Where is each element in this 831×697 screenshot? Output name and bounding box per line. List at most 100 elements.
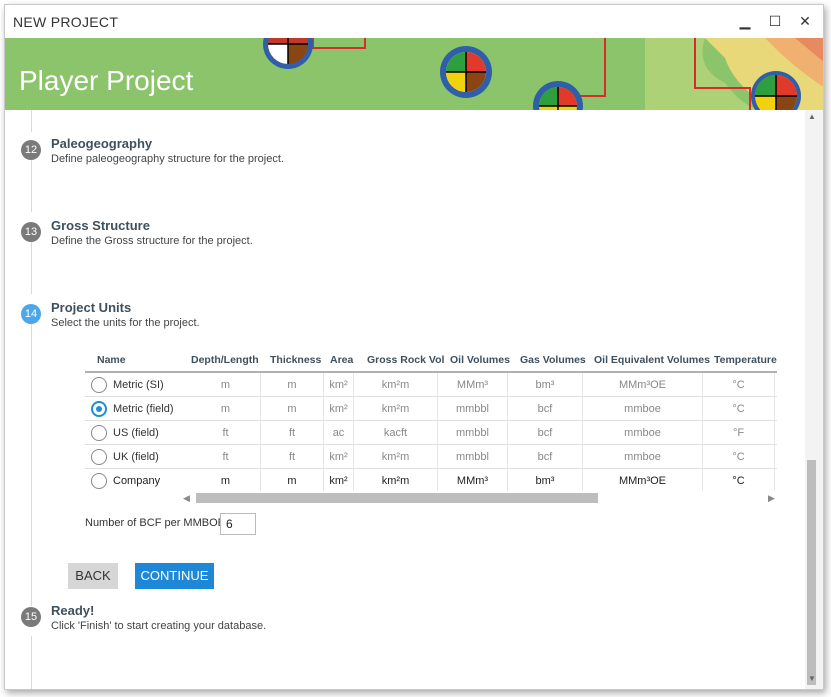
cell-depth: m (191, 469, 261, 491)
step-number-14: 14 (21, 304, 41, 324)
column-header-gas-volumes[interactable]: Gas Volumes (520, 354, 586, 366)
cell-oil-equivalent: MMm³OE (583, 373, 703, 397)
step-number-15: 15 (21, 607, 41, 627)
scroll-up-arrow-icon[interactable]: ▲ (808, 112, 816, 121)
table-header: Name Depth/Length Thickness Area Gross R… (85, 351, 777, 369)
table-row[interactable]: Metric (SI) m m km² km²m MMm³ bm³ MMm³OE… (85, 373, 777, 397)
window-title: NEW PROJECT (13, 14, 119, 30)
project-banner: Player Project (5, 38, 823, 110)
step-desc-ready: Click 'Finish' to start creating your da… (51, 620, 267, 632)
cell-oil-equivalent: mmboe (583, 397, 703, 421)
cell-temperature: °C (703, 373, 775, 397)
unit-radio-metric-field[interactable] (91, 401, 107, 417)
cell-temperature: °C (703, 445, 775, 469)
table-horizontal-scrollbar[interactable]: ◀ ▶ (183, 492, 779, 504)
project-title: Player Project (19, 65, 194, 96)
cell-thickness: ft (261, 445, 324, 469)
cell-depth: m (191, 397, 261, 421)
continue-button[interactable]: CONTINUE (135, 563, 214, 589)
cell-temperature: °F (703, 421, 775, 445)
column-header-area[interactable]: Area (330, 354, 353, 366)
row-name: US (field) (113, 427, 159, 439)
table-row[interactable]: US (field) ft ft ac kacft mmbbl bcf mmbo… (85, 421, 777, 445)
units-table: Name Depth/Length Thickness Area Gross R… (85, 351, 777, 491)
well-symbol-2 (440, 46, 492, 98)
cell-temperature: °C (703, 397, 775, 421)
close-button[interactable]: ✕ (793, 10, 817, 32)
cell-gross-rock-vol: kacft (354, 421, 438, 445)
column-header-oil-volumes[interactable]: Oil Volumes (450, 354, 510, 366)
vertical-scroll-thumb[interactable] (807, 460, 816, 685)
column-header-name[interactable]: Name (97, 354, 126, 366)
cell-oil-volumes: mmbbl (438, 397, 508, 421)
vertical-scrollbar[interactable]: ▲ ▼ (805, 110, 823, 689)
new-project-window: NEW PROJECT ▁ ☐ ✕ Player Project 12 Pale… (4, 4, 824, 690)
step-desc-gross-structure: Define the Gross structure for the proje… (51, 235, 253, 247)
cell-thickness: m (261, 373, 324, 397)
step-title-ready[interactable]: Ready! (51, 603, 94, 618)
cell-gross-rock-vol: km²m (354, 397, 438, 421)
cell-oil-volumes: MMm³ (438, 469, 508, 491)
step-connector (31, 160, 32, 212)
cell-gas-volumes: bm³ (508, 469, 583, 491)
step-title-project-units[interactable]: Project Units (51, 300, 131, 315)
cell-gas-volumes: bm³ (508, 373, 583, 397)
step-connector (31, 636, 32, 689)
table-row[interactable]: Metric (field) m m km² km²m mmbbl bcf mm… (85, 397, 777, 421)
cell-temperature: °C (703, 469, 775, 491)
cell-oil-volumes: mmbbl (438, 421, 508, 445)
step-number-12: 12 (21, 140, 41, 160)
cell-thickness: m (261, 469, 324, 491)
column-header-thickness[interactable]: Thickness (270, 354, 321, 366)
unit-radio-company[interactable] (91, 473, 107, 489)
step-connector (31, 324, 32, 606)
step-connector (31, 110, 32, 132)
cell-gas-volumes: bcf (508, 445, 583, 469)
unit-radio-uk-field[interactable] (91, 449, 107, 465)
step-desc-paleogeography: Define paleogeography structure for the … (51, 153, 284, 165)
column-header-oil-equivalent[interactable]: Oil Equivalent Volumes (594, 354, 710, 366)
column-header-temperature[interactable]: Temperature (714, 354, 777, 366)
unit-radio-metric-si[interactable] (91, 377, 107, 393)
title-bar[interactable]: NEW PROJECT ▁ ☐ ✕ (5, 5, 823, 38)
cell-oil-equivalent: MMm³OE (583, 469, 703, 491)
row-name: UK (field) (113, 451, 159, 463)
scroll-left-arrow-icon[interactable]: ◀ (183, 492, 190, 504)
wizard-content[interactable]: 12 Paleogeography Define paleogeography … (5, 110, 805, 689)
cell-area: km² (324, 445, 354, 469)
step-connector (31, 242, 32, 294)
table-body: Metric (SI) m m km² km²m MMm³ bm³ MMm³OE… (85, 371, 777, 491)
column-header-gross-rock-vol[interactable]: Gross Rock Vol (367, 354, 444, 366)
step-number-13: 13 (21, 222, 41, 242)
maximize-button[interactable]: ☐ (763, 10, 787, 32)
minimize-button[interactable]: ▁ (733, 10, 757, 32)
cell-oil-volumes: MMm³ (438, 373, 508, 397)
bcf-per-mmboe-input[interactable] (220, 513, 256, 535)
scroll-down-arrow-icon[interactable]: ▼ (808, 674, 816, 683)
unit-radio-us-field[interactable] (91, 425, 107, 441)
cell-gross-rock-vol: km²m (354, 445, 438, 469)
horizontal-scroll-thumb[interactable] (196, 493, 598, 503)
step-title-gross-structure[interactable]: Gross Structure (51, 218, 150, 233)
cell-oil-volumes: mmbbl (438, 445, 508, 469)
table-row[interactable]: UK (field) ft ft km² km²m mmbbl bcf mmbo… (85, 445, 777, 469)
cell-depth: m (191, 373, 261, 397)
cell-gross-rock-vol: km²m (354, 469, 438, 491)
cell-area: km² (324, 373, 354, 397)
cell-area: km² (324, 469, 354, 491)
row-name: Company (113, 475, 161, 487)
cell-thickness: ft (261, 421, 324, 445)
cell-gas-volumes: bcf (508, 397, 583, 421)
step-title-paleogeography[interactable]: Paleogeography (51, 136, 152, 151)
cell-gross-rock-vol: km²m (354, 373, 438, 397)
back-button[interactable]: BACK (68, 563, 118, 589)
table-row[interactable]: Company m m km² km²m MMm³ bm³ MMm³OE °C (85, 469, 777, 491)
step-desc-project-units: Select the units for the project. (51, 317, 200, 329)
scroll-right-arrow-icon[interactable]: ▶ (768, 492, 775, 504)
bcf-per-mmboe-label: Number of BCF per MMBOE (85, 517, 225, 529)
cell-gas-volumes: bcf (508, 421, 583, 445)
column-header-depth[interactable]: Depth/Length (191, 354, 259, 366)
cell-area: km² (324, 397, 354, 421)
cell-oil-equivalent: mmboe (583, 445, 703, 469)
cell-thickness: m (261, 397, 324, 421)
